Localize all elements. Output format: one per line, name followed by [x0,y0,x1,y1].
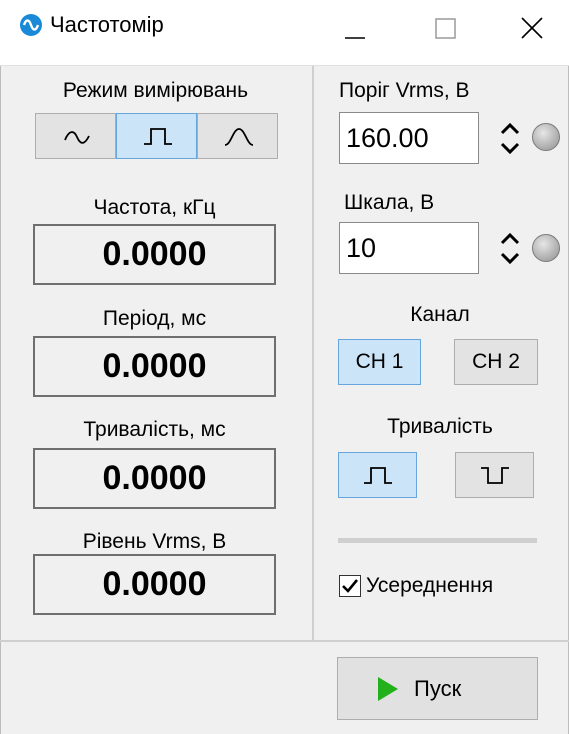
channel-2-button[interactable]: CH 2 [454,339,538,385]
app-wave-icon [20,14,42,36]
channel-1-button[interactable]: CH 1 [338,339,421,385]
scale-input[interactable]: 10 [339,222,479,274]
sine-wave-icon [64,131,90,144]
scale-spinner[interactable] [491,220,529,276]
negative-pulse-icon [481,467,509,484]
close-button[interactable] [489,0,569,60]
scale-label: Шкала, В [344,191,435,214]
mode-pulse-button[interactable] [116,113,197,159]
up-down-arrows-icon [500,232,520,265]
footer-divider [0,640,569,642]
play-icon [378,677,398,701]
level-value: 0.0000 [33,554,276,615]
frequency-value: 0.0000 [33,224,276,285]
duration-label: Тривалість, мс [83,418,226,441]
slider-track [338,538,537,543]
threshold-input[interactable]: 160.00 [339,112,479,164]
pulse-wave-icon [144,128,172,145]
pulse-duration-label: Тривалість [387,415,493,438]
duration-value: 0.0000 [33,448,276,509]
mode-label: Режим вимірювань [62,79,249,102]
bell-wave-icon [224,128,254,146]
minimize-button[interactable] [320,0,400,60]
minimize-icon [345,37,365,39]
start-button[interactable]: Пуск [337,657,538,720]
start-label: Пуск [414,676,462,701]
scale-status-led [532,234,560,262]
maximize-icon [435,18,456,39]
negative-pulse-button[interactable] [455,452,534,498]
threshold-spinner[interactable] [491,110,529,166]
window-body [0,66,569,734]
positive-pulse-button[interactable] [338,452,417,498]
maximize-button[interactable] [410,0,490,60]
level-label: Рівень Vrms, В [82,530,227,553]
period-value: 0.0000 [33,336,276,397]
title-bar: Частотомір [0,0,569,66]
mode-bell-button[interactable] [197,113,278,159]
close-icon [521,17,543,39]
averaging-checkbox[interactable] [339,575,361,597]
panel-divider [312,66,314,641]
threshold-status-led [532,123,560,151]
averaging-label[interactable]: Усереднення [366,574,493,598]
window-title: Частотомір [50,12,164,37]
checkmark-icon [342,579,359,593]
threshold-label: Поріг Vrms, В [339,79,470,102]
positive-pulse-icon [364,467,392,484]
frequency-label: Частота, кГц [93,196,216,219]
up-down-arrows-icon [500,122,520,155]
period-label: Період, мс [102,307,207,330]
channel-label: Канал [410,303,470,326]
mode-sine-button[interactable] [35,113,116,159]
